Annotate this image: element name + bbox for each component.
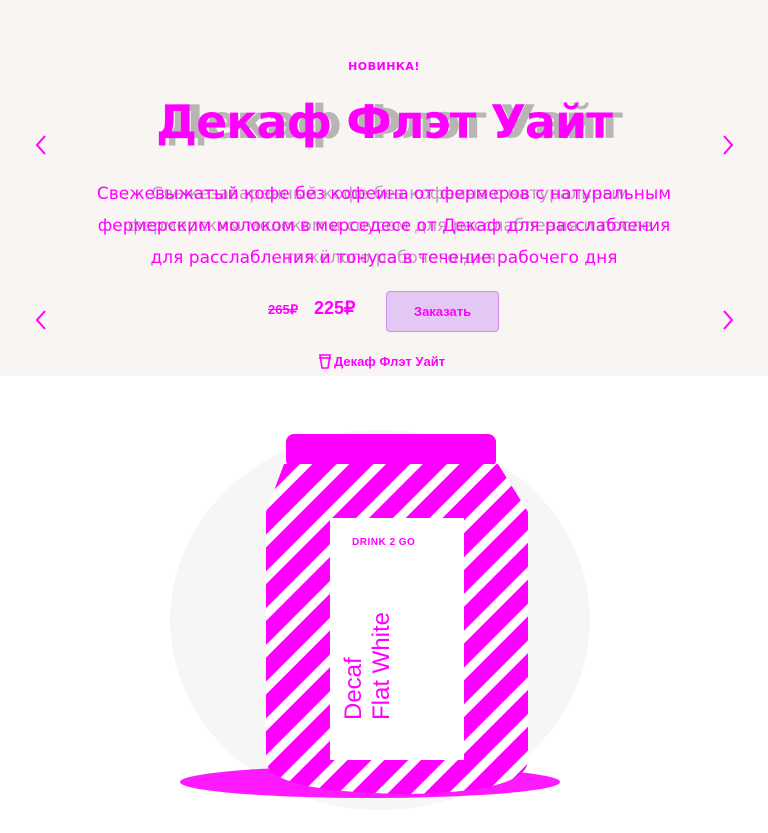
can-text-line1: Decaf bbox=[340, 657, 367, 720]
title-stack: Декаф Флэт Уайт Декаф Флэт Уайт bbox=[0, 92, 768, 152]
description-line: фермерским молоком в мерседесе от Декаф … bbox=[97, 216, 671, 236]
chevron-right-icon bbox=[723, 135, 734, 155]
chevron-left-icon bbox=[35, 135, 46, 155]
price-row: 265₽ 225₽ Заказать bbox=[0, 290, 768, 332]
next-slide-button[interactable] bbox=[717, 134, 739, 156]
product-link-label: Декаф Флэт Уайт bbox=[334, 353, 446, 369]
hero-banner: НОВИНКА! Декаф Флэт Уайт Декаф Флэт Уайт… bbox=[0, 0, 768, 376]
can-label-text: Decaf Flat White bbox=[340, 612, 396, 720]
description-text: Свежевыжатый кофе без кофеина от фермеро… bbox=[80, 178, 688, 274]
description-line: Свежевыжатый кофе без кофеина от фермеро… bbox=[96, 184, 672, 204]
prev-slide-button[interactable] bbox=[30, 134, 52, 156]
new-price: 225₽ bbox=[314, 298, 356, 318]
order-button[interactable]: Заказать bbox=[386, 291, 499, 332]
page-title: Декаф Флэт Уайт bbox=[156, 95, 613, 149]
cup-icon bbox=[319, 354, 331, 369]
product-image: DRINK 2 GO Decaf Flat White bbox=[160, 420, 600, 828]
can-brand: DRINK 2 GO bbox=[352, 537, 416, 548]
new-badge: НОВИНКА! bbox=[348, 60, 420, 73]
can-text-line2: Flat White bbox=[368, 611, 395, 720]
product-link[interactable]: Декаф Флэт Уайт bbox=[318, 352, 445, 370]
old-price: 265₽ bbox=[268, 302, 298, 317]
description-line: для расслабления и тонуса в течение рабо… bbox=[150, 248, 618, 268]
description: Свежезаваренный кофе без кофеина с натур… bbox=[0, 178, 768, 274]
